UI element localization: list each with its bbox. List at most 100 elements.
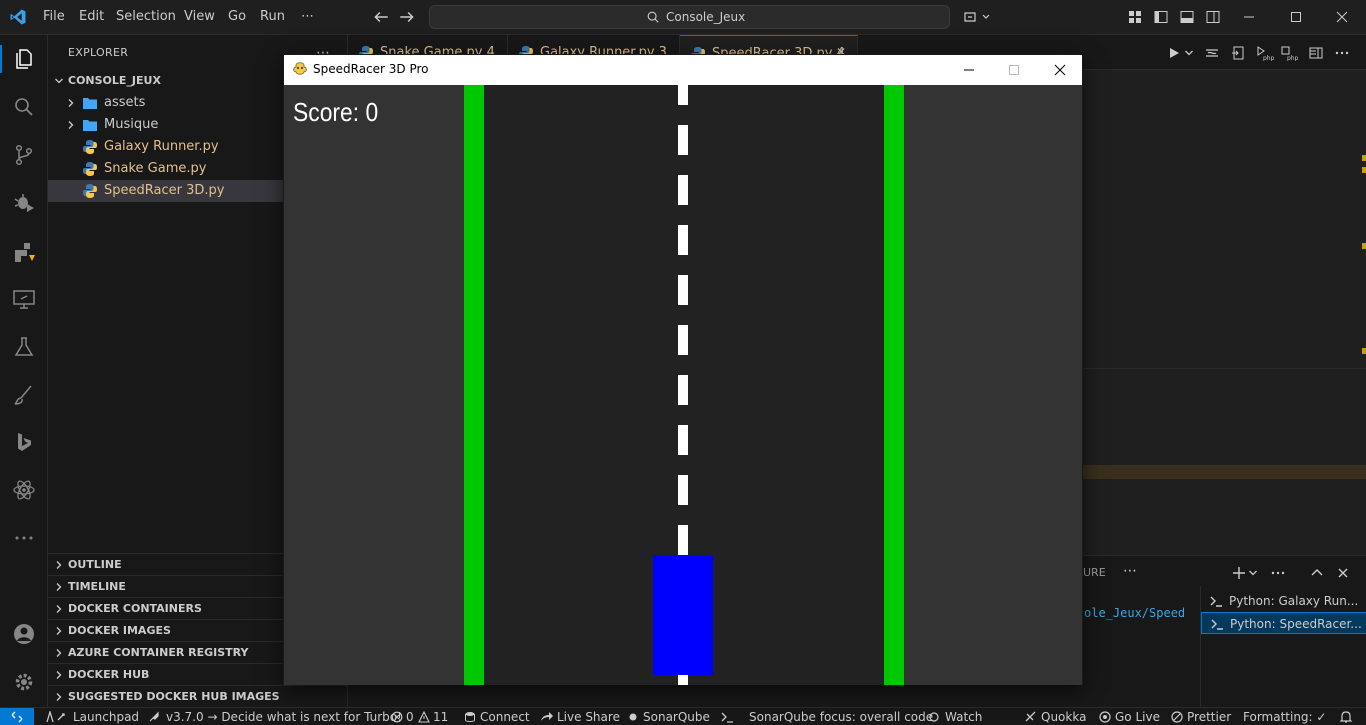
remote-explorer-icon[interactable]: [12, 287, 36, 311]
brush-icon[interactable]: [12, 383, 36, 407]
game-minimize-icon[interactable]: [960, 61, 978, 79]
lane-dash: [678, 175, 688, 205]
workspace-root-label: CONSOLE_JEUX: [68, 74, 161, 87]
toggle-primary-sidebar-icon[interactable]: [1153, 9, 1169, 25]
bing-icon[interactable]: [12, 430, 36, 454]
live-share-icon: [541, 712, 553, 721]
terminal-icon: [721, 712, 733, 723]
menu-go[interactable]: Go: [228, 9, 246, 24]
run-debug-icon[interactable]: [12, 190, 36, 214]
game-canvas[interactable]: Score: 0: [284, 85, 1082, 685]
copilot-icon[interactable]: [962, 9, 992, 25]
svg-text:php: php: [1263, 55, 1274, 61]
menu-file[interactable]: File: [43, 9, 65, 24]
status-errors[interactable]: 0: [406, 710, 414, 724]
search-icon[interactable]: [12, 95, 36, 119]
lane-dash: [678, 275, 688, 305]
status-connect[interactable]: Connect: [480, 710, 530, 724]
status-sonarqube[interactable]: SonarQube: [643, 710, 710, 724]
status-formatting[interactable]: Formatting: ✓: [1243, 710, 1326, 724]
scrollbar-marker: [1362, 348, 1366, 354]
close-icon[interactable]: [1333, 8, 1351, 26]
status-sonarqube-focus[interactable]: SonarQube focus: overall code: [749, 710, 933, 724]
menu-edit[interactable]: Edit: [79, 9, 104, 24]
toggle-panel-icon[interactable]: [1179, 9, 1195, 25]
status-warnings[interactable]: 11: [433, 710, 448, 724]
scrollbar-marker: [1362, 243, 1366, 249]
remote-icon: [11, 711, 23, 723]
explorer-icon[interactable]: [12, 47, 36, 71]
chevron-up-icon[interactable]: [1309, 565, 1325, 581]
status-turbo[interactable]: v3.7.0 → Decide what is next for Turbo!: [166, 710, 402, 724]
status-bar: Launchpad v3.7.0 → Decide what is next f…: [0, 707, 1366, 725]
extensions-icon[interactable]: [12, 240, 36, 264]
terminal-output[interactable]: ole_Jeux/Speed: [1084, 606, 1185, 620]
bell-icon[interactable]: [1339, 710, 1353, 724]
status-go-live[interactable]: Go Live: [1115, 710, 1160, 724]
game-maximize-icon[interactable]: [1005, 61, 1023, 79]
add-terminal-icon[interactable]: [1231, 565, 1247, 581]
close-panel-icon[interactable]: [1335, 565, 1351, 581]
search-icon: [647, 11, 659, 23]
arrow-right-icon[interactable]: [398, 8, 416, 26]
menu-more[interactable]: ⋯: [301, 9, 314, 24]
php-run-icon[interactable]: php: [1256, 45, 1274, 61]
maximize-icon[interactable]: [1287, 8, 1305, 26]
chevron-right-icon: [68, 121, 74, 129]
toggle-secondary-sidebar-icon[interactable]: [1205, 9, 1221, 25]
prettier-icon: [1171, 711, 1183, 723]
vscode-window: File Edit Selection View Go Run ⋯ Consol…: [0, 0, 1366, 725]
gear-icon[interactable]: [12, 670, 36, 694]
account-icon[interactable]: [12, 622, 36, 646]
tree-item-label: Musique: [104, 117, 159, 132]
chevron-down-icon[interactable]: [1248, 565, 1258, 581]
chevron-right-icon: [56, 627, 62, 635]
status-watch[interactable]: Watch: [945, 710, 982, 724]
more-icon[interactable]: [12, 526, 36, 550]
status-launchpad[interactable]: Launchpad: [73, 710, 139, 724]
panel-more-button[interactable]: ⋯: [1123, 563, 1137, 579]
customize-layout-icon[interactable]: [1127, 9, 1143, 25]
go-live-icon: [1099, 711, 1111, 723]
section-suggested-docker-hub-images[interactable]: SUGGESTED DOCKER HUB IMAGES: [48, 685, 347, 707]
chevron-down-icon[interactable]: [1184, 45, 1194, 61]
status-live-share[interactable]: Live Share: [557, 710, 620, 724]
chevron-down-icon: [55, 78, 63, 84]
arrow-left-icon[interactable]: [372, 8, 390, 26]
menu-view[interactable]: View: [184, 9, 215, 24]
run-icon[interactable]: [1166, 45, 1182, 61]
activity-bar: [0, 35, 48, 707]
open-file-icon[interactable]: [1230, 45, 1246, 61]
menu-selection[interactable]: Selection: [116, 9, 176, 24]
warning-icon: [418, 711, 430, 723]
vscode-logo-icon[interactable]: [9, 8, 27, 26]
more-actions-icon[interactable]: [1334, 45, 1350, 61]
command-center-search[interactable]: Console_Jeux: [429, 5, 950, 29]
split-editor-icon[interactable]: [1308, 45, 1324, 61]
testing-icon[interactable]: [12, 335, 36, 359]
source-control-icon[interactable]: [12, 143, 36, 167]
compare-icon[interactable]: [1204, 45, 1220, 61]
terminal-item-galaxy-runner[interactable]: Python: Galaxy Run...: [1201, 590, 1366, 612]
command-center-text: Console_Jeux: [666, 10, 746, 24]
more-actions-icon[interactable]: [1270, 565, 1286, 581]
game-close-icon[interactable]: [1051, 61, 1069, 79]
php-debug-icon[interactable]: php: [1280, 45, 1298, 61]
status-quokka[interactable]: Quokka: [1041, 710, 1086, 724]
player-car: [653, 555, 713, 675]
python-icon: [83, 162, 97, 176]
terminal-item-speedracer[interactable]: Python: SpeedRacer...: [1201, 612, 1366, 634]
launchpad-icon: [46, 711, 65, 723]
status-prettier[interactable]: Prettier: [1187, 710, 1231, 724]
minimize-icon[interactable]: [1240, 8, 1258, 26]
lane-dash: [678, 225, 688, 255]
terminal-icon: [1211, 619, 1223, 630]
game-title-bar: SpeedRacer 3D Pro: [284, 55, 1082, 85]
menu-run[interactable]: Run: [260, 9, 285, 24]
react-icon[interactable]: [12, 478, 36, 502]
remote-indicator[interactable]: [0, 708, 34, 725]
panel-tab-fragment[interactable]: URE: [1083, 566, 1106, 579]
tree-item-label: Snake Game.py: [104, 161, 207, 176]
lane-dash: [678, 125, 688, 155]
lane-dash: [678, 375, 688, 405]
